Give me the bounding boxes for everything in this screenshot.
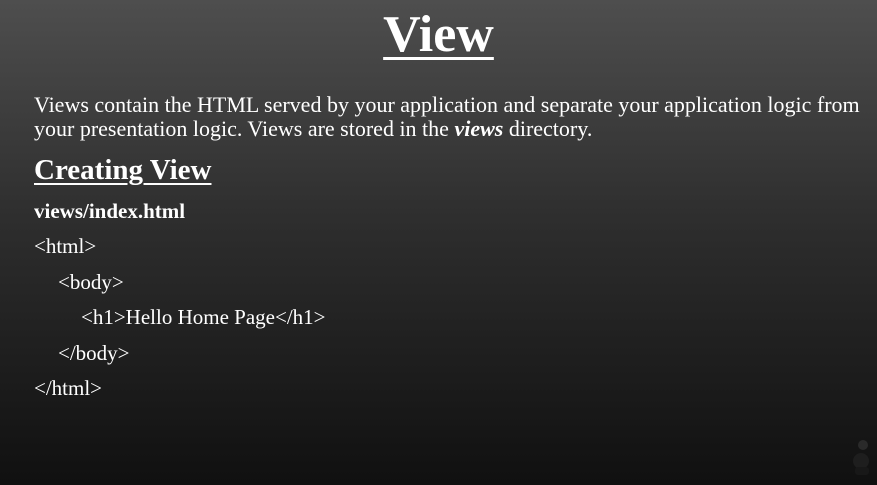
corner-logo-icon (853, 440, 869, 475)
code-line-body-close: </body> (58, 341, 130, 365)
code-line-body-open: <body> (58, 270, 124, 294)
intro-paragraph: Views contain the HTML served by your ap… (34, 93, 869, 141)
file-name-label: views/index.html (34, 199, 186, 223)
section-heading: Creating View (34, 154, 212, 186)
slide-title-text: View (383, 6, 494, 63)
slide: View Views contain the HTML served by yo… (0, 0, 877, 485)
slide-title: View (0, 4, 877, 66)
code-line-html-open: <html> (34, 234, 97, 258)
code-line-html-close: </html> (34, 376, 103, 400)
intro-emphasis: views (454, 116, 504, 141)
code-line-h1: <h1>Hello Home Page</h1> (81, 305, 326, 329)
intro-text-before: Views contain the HTML served by your ap… (34, 92, 860, 141)
intro-text-after: directory. (503, 116, 593, 141)
